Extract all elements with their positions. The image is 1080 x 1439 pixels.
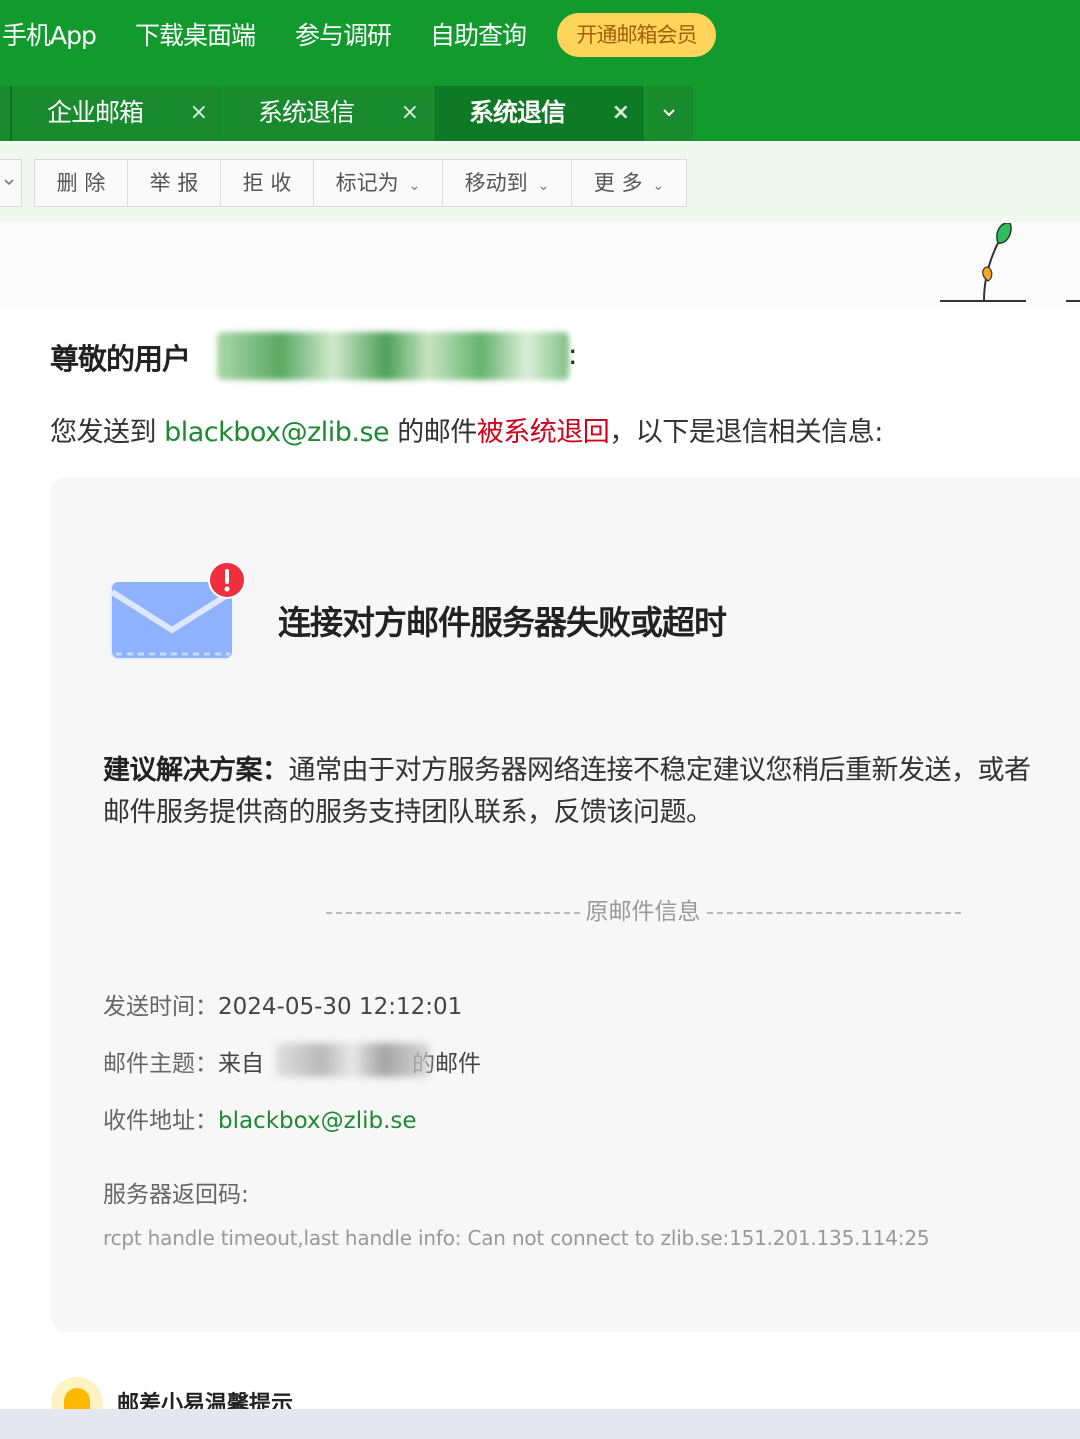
suggestion-text-line2: 邮件服务提供商的服务支持团队联系，反馈该问题。 bbox=[103, 797, 713, 828]
suggestion-text-line1: 通常由于对方服务器网络连接不稳定建议您稍后重新发送，或者 bbox=[288, 755, 1032, 786]
close-icon[interactable]: × bbox=[190, 86, 208, 139]
delete-button[interactable]: 删 除 bbox=[35, 160, 128, 206]
intro-prefix: 您发送到 bbox=[50, 417, 165, 448]
greeting-text: 尊敬的用户 bbox=[50, 342, 191, 376]
top-nav-bar: 手机App 下载桌面端 参与调研 自助查询 开通邮箱会员 bbox=[0, 0, 1080, 86]
chevron-down-icon: ⌄ bbox=[652, 178, 665, 194]
nav-download-desktop[interactable]: 下载桌面端 bbox=[135, 16, 256, 52]
toolbar-button-group: 删 除 举 报 拒 收 标记为 ⌄ 移动到 ⌄ 更 多 ⌄ bbox=[34, 159, 687, 207]
tab-bar: 企业邮箱 × 系统退信 × 系统退信 × bbox=[0, 86, 1080, 141]
open-vip-button[interactable]: 开通邮箱会员 bbox=[557, 13, 716, 57]
subject-prefix: 来自 bbox=[218, 1051, 264, 1077]
recipient-row: 收件地址：blackbox@zlib.se bbox=[103, 1101, 417, 1135]
mark-as-dropdown[interactable]: 标记为 ⌄ bbox=[314, 160, 443, 206]
mail-toolbar: 删 除 举 报 拒 收 标记为 ⌄ 移动到 ⌄ 更 多 ⌄ bbox=[0, 141, 1080, 223]
failure-title: 连接对方邮件服务器失败或超时 bbox=[278, 603, 727, 642]
chevron-down-icon: ⌄ bbox=[537, 178, 550, 194]
subject-label: 邮件主题： bbox=[103, 1051, 218, 1077]
send-time-label: 发送时间： bbox=[103, 994, 218, 1020]
intro-suffix: ，以下是退信相关信息: bbox=[609, 417, 883, 448]
send-time-row: 发送时间：2024-05-30 12:12:01 bbox=[103, 987, 462, 1021]
blurred-subject bbox=[275, 1043, 430, 1077]
close-icon[interactable]: × bbox=[401, 86, 419, 139]
nav-mobile-app[interactable]: 手机App bbox=[2, 16, 97, 52]
tab-system-bounce-1[interactable]: 系统退信 × bbox=[223, 86, 433, 141]
chevron-down-icon bbox=[663, 109, 675, 117]
suggestion-label: 建议解决方案： bbox=[103, 755, 289, 786]
chevron-down-icon: ⌄ bbox=[408, 178, 421, 194]
intro-middle: 的邮件 bbox=[389, 417, 477, 448]
recipient-label: 收件地址： bbox=[103, 1108, 218, 1134]
mark-as-label: 标记为 bbox=[335, 171, 399, 195]
tab-system-bounce-2[interactable]: 系统退信 × bbox=[434, 86, 644, 141]
tab-enterprise-mail[interactable]: 企业邮箱 × bbox=[12, 86, 222, 141]
more-dropdown[interactable]: 更 多 ⌄ bbox=[572, 160, 686, 206]
return-code-value: rcpt handle timeout,last handle info: Ca… bbox=[103, 1226, 930, 1250]
bottom-scroll-edge bbox=[0, 1409, 1080, 1439]
chevron-down-icon bbox=[4, 179, 14, 186]
move-to-label: 移动到 bbox=[464, 171, 528, 195]
delete-label: 删 除 bbox=[56, 171, 106, 195]
report-label: 举 报 bbox=[149, 171, 199, 195]
original-mail-divider: 原邮件信息 bbox=[318, 892, 968, 926]
divider-label: 原邮件信息 bbox=[585, 899, 701, 925]
report-button[interactable]: 举 报 bbox=[128, 160, 221, 206]
recipient-address-link[interactable]: blackbox@zlib.se bbox=[218, 1108, 417, 1134]
intro-line: 您发送到 blackbox@zlib.se 的邮件被系统退回，以下是退信相关信息… bbox=[50, 410, 883, 449]
more-label: 更 多 bbox=[593, 171, 643, 195]
recipient-email-link[interactable]: blackbox@zlib.se bbox=[164, 417, 390, 448]
tab-label: 企业邮箱 bbox=[47, 98, 144, 127]
greeting-colon: : bbox=[568, 338, 578, 371]
bounced-highlight: 被系统退回 bbox=[476, 417, 610, 448]
reject-label: 拒 收 bbox=[242, 171, 292, 195]
nav-self-service[interactable]: 自助查询 bbox=[430, 16, 527, 52]
blurred-username bbox=[217, 332, 569, 380]
tab-label: 系统退信 bbox=[258, 98, 355, 127]
plant-illustration-icon bbox=[940, 223, 1080, 302]
mail-banner bbox=[0, 223, 1080, 308]
suggestion-block: 建议解决方案：通常由于对方服务器网络连接不稳定建议您稍后重新发送，或者 邮件服务… bbox=[103, 750, 1080, 834]
nav-survey[interactable]: 参与调研 bbox=[295, 16, 392, 52]
tab-edge bbox=[0, 86, 12, 141]
back-dropdown-button[interactable] bbox=[0, 159, 22, 207]
return-code-label: 服务器返回码: bbox=[103, 1182, 249, 1208]
reject-button[interactable]: 拒 收 bbox=[221, 160, 314, 206]
exclamation-badge-icon bbox=[208, 561, 246, 599]
send-time-value: 2024-05-30 12:12:01 bbox=[218, 994, 463, 1020]
move-to-dropdown[interactable]: 移动到 ⌄ bbox=[443, 160, 572, 206]
tab-label: 系统退信 bbox=[469, 98, 566, 127]
close-icon[interactable]: × bbox=[612, 86, 630, 139]
tab-more-button[interactable] bbox=[645, 86, 693, 141]
